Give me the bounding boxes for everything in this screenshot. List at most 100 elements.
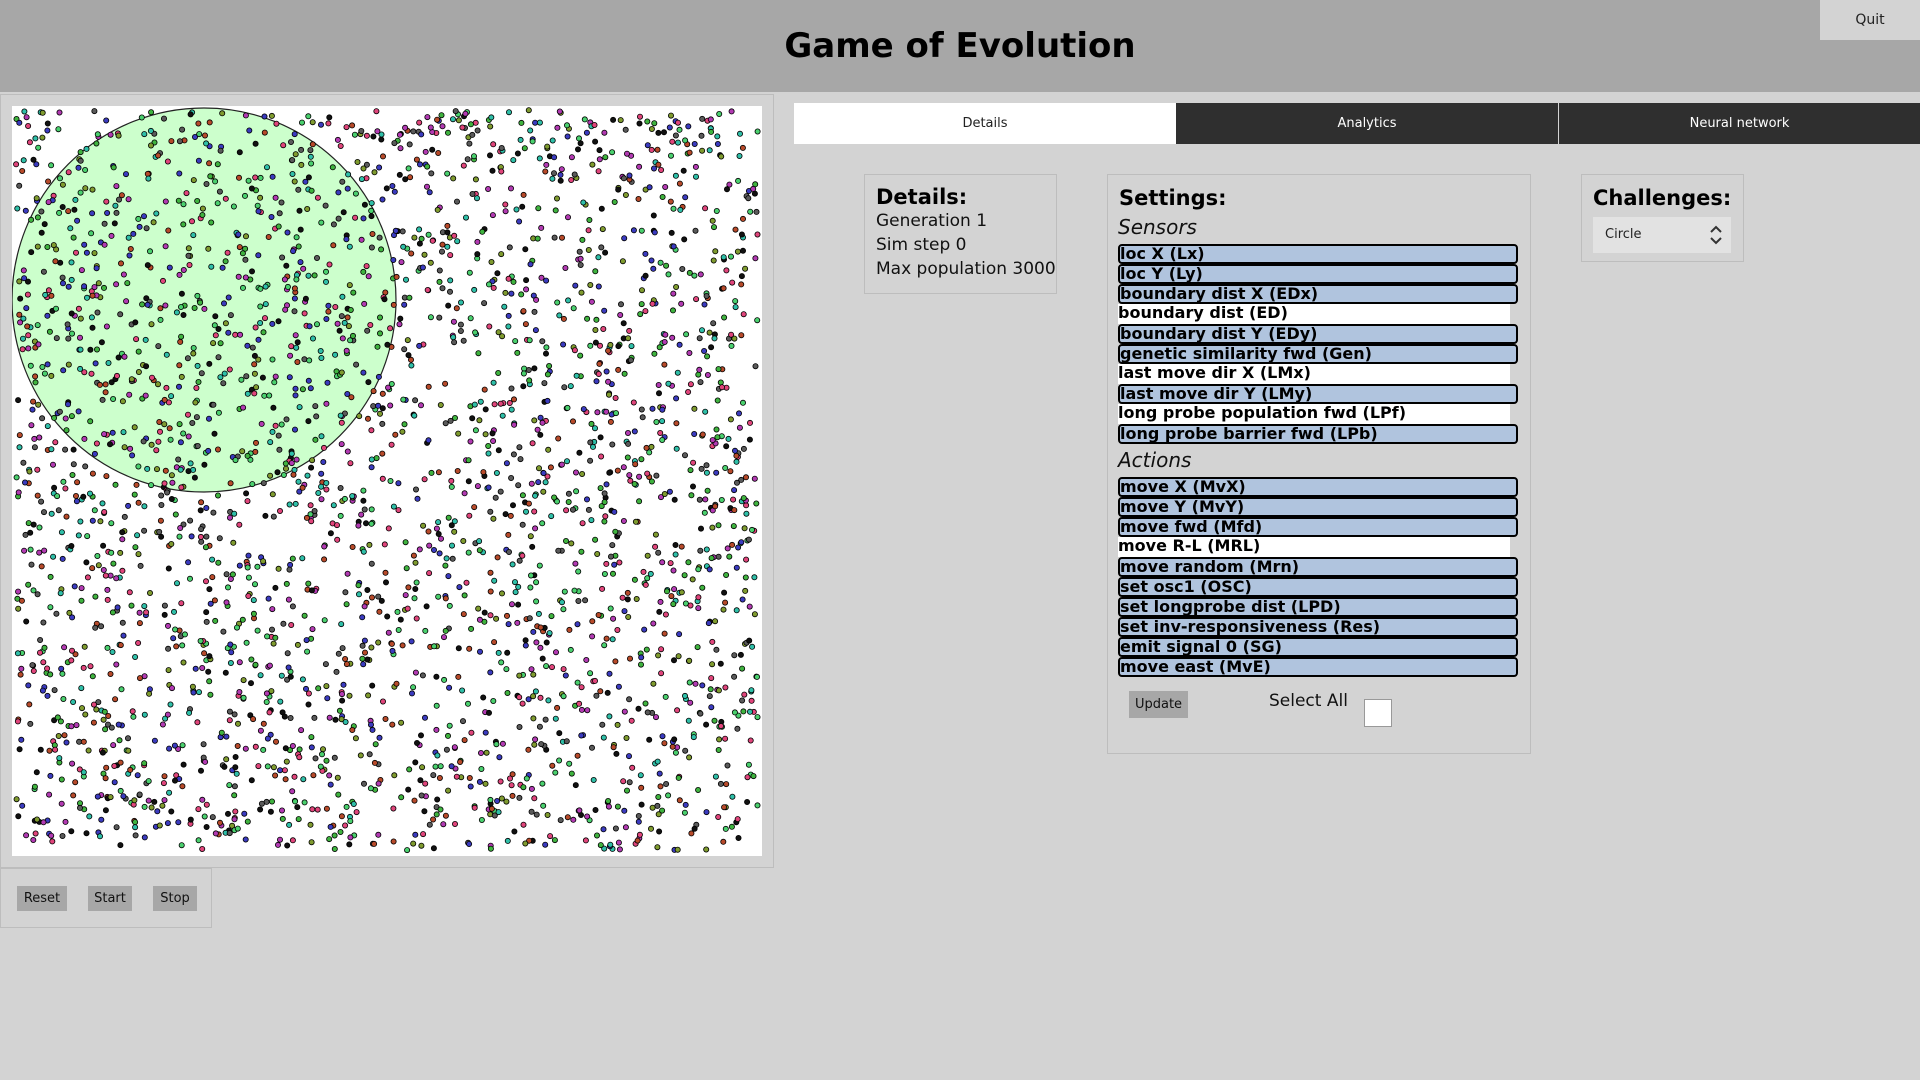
sensor-item[interactable]: boundary dist X (EDx) (1118, 284, 1518, 304)
agent-dot (308, 587, 315, 594)
agent-dot (639, 414, 646, 421)
agent-dot (294, 804, 301, 811)
agent-dot (61, 644, 68, 651)
agent-dot (751, 611, 758, 618)
agent-dot (358, 511, 365, 518)
agent-dot (731, 487, 738, 494)
agent-dot (107, 794, 114, 801)
agent-dot (58, 776, 65, 783)
agent-dot (207, 691, 214, 698)
action-item[interactable]: move random (Mrn) (1118, 557, 1518, 577)
simulation-world[interactable] (12, 106, 762, 856)
agent-dot (180, 430, 187, 437)
agent-dot (125, 735, 132, 742)
agent-dot (111, 779, 118, 786)
agent-dot (491, 639, 498, 646)
action-item[interactable]: move Y (MvY) (1118, 497, 1518, 517)
agent-dot (153, 210, 160, 217)
sensor-item[interactable]: long probe population fwd (LPf) (1118, 404, 1510, 424)
agent-dot (673, 395, 680, 402)
action-item[interactable]: set osc1 (OSC) (1118, 577, 1518, 597)
sensor-item[interactable]: boundary dist (ED) (1118, 304, 1510, 324)
agent-dot (682, 801, 689, 808)
tab-neural-network[interactable]: Neural network (1559, 103, 1920, 144)
sensor-item[interactable]: last move dir X (LMx) (1118, 364, 1510, 384)
action-item[interactable]: move fwd (Mfd) (1118, 517, 1518, 537)
agent-dot (361, 300, 368, 307)
agent-dot (337, 412, 344, 419)
agent-dot (102, 807, 109, 814)
sensor-item[interactable]: genetic similarity fwd (Gen) (1118, 344, 1518, 364)
sensor-item[interactable]: long probe barrier fwd (LPb) (1118, 424, 1518, 444)
agent-dot (257, 319, 264, 326)
select-all-checkbox[interactable] (1364, 699, 1392, 727)
agent-dot (487, 612, 494, 619)
sensor-item[interactable]: boundary dist Y (EDy) (1118, 324, 1518, 344)
action-item[interactable]: move east (MvE) (1118, 657, 1518, 677)
agent-dot (400, 396, 407, 403)
agent-dot (388, 441, 395, 448)
agent-dot (496, 754, 503, 761)
update-button[interactable]: Update (1129, 691, 1188, 718)
action-item[interactable]: emit signal 0 (SG) (1118, 637, 1518, 657)
action-item[interactable]: set longprobe dist (LPD) (1118, 597, 1518, 617)
agent-dot (27, 529, 34, 536)
agent-dot (583, 657, 590, 664)
agent-dot (265, 595, 272, 602)
agent-dot (367, 721, 374, 728)
agent-dot (257, 806, 264, 813)
agent-dot (339, 178, 346, 185)
action-item[interactable]: move X (MvX) (1118, 477, 1518, 497)
agent-dot (733, 607, 740, 614)
challenge-select[interactable]: Circle (1593, 217, 1731, 253)
agent-dot (670, 307, 677, 314)
agent-dot (439, 241, 446, 248)
agent-dot (265, 233, 272, 240)
agent-dot (190, 232, 197, 239)
action-item[interactable]: set inv-responsiveness (Res) (1118, 617, 1518, 637)
tab-details[interactable]: Details (794, 103, 1176, 144)
agent-dot (510, 278, 517, 285)
agent-dot (490, 515, 497, 522)
agent-dot (573, 372, 580, 379)
agent-dot (579, 470, 586, 477)
quit-button[interactable]: Quit (1820, 0, 1920, 40)
sensor-item[interactable]: loc Y (Ly) (1118, 264, 1518, 284)
agent-dot (742, 587, 749, 594)
agent-dot (201, 132, 208, 139)
agent-dot (478, 817, 485, 824)
agent-dot (466, 140, 473, 147)
agent-dot (532, 525, 539, 532)
agent-dot (88, 370, 95, 377)
agent-dot (366, 751, 373, 758)
start-button[interactable]: Start (88, 886, 132, 911)
agent-dot (537, 414, 544, 421)
agent-dot (297, 226, 304, 233)
agent-dot (459, 718, 466, 725)
agent-dot (155, 343, 162, 350)
agent-dot (580, 406, 587, 413)
agent-dot (413, 740, 420, 747)
agent-dot (83, 559, 90, 566)
sensor-item[interactable]: loc X (Lx) (1118, 244, 1518, 264)
agent-dot (595, 168, 602, 175)
agent-dot (282, 306, 289, 313)
agent-dot (557, 177, 564, 184)
agent-dot (102, 389, 109, 396)
action-item[interactable]: move R-L (MRL) (1118, 537, 1510, 557)
agent-dot (135, 640, 142, 647)
agent-dot (703, 292, 710, 299)
sensor-item[interactable]: last move dir Y (LMy) (1118, 384, 1518, 404)
tab-analytics[interactable]: Analytics (1176, 103, 1558, 144)
agent-dot (603, 481, 610, 488)
agent-dot (32, 379, 39, 386)
agent-dot (721, 314, 728, 321)
agent-dot (127, 245, 134, 252)
agent-dot (495, 329, 502, 336)
agent-dot (132, 319, 139, 326)
agent-dot (178, 600, 185, 607)
stop-button[interactable]: Stop (153, 886, 197, 911)
reset-button[interactable]: Reset (17, 886, 67, 911)
agent-dot (74, 479, 81, 486)
agent-dot (724, 762, 731, 769)
